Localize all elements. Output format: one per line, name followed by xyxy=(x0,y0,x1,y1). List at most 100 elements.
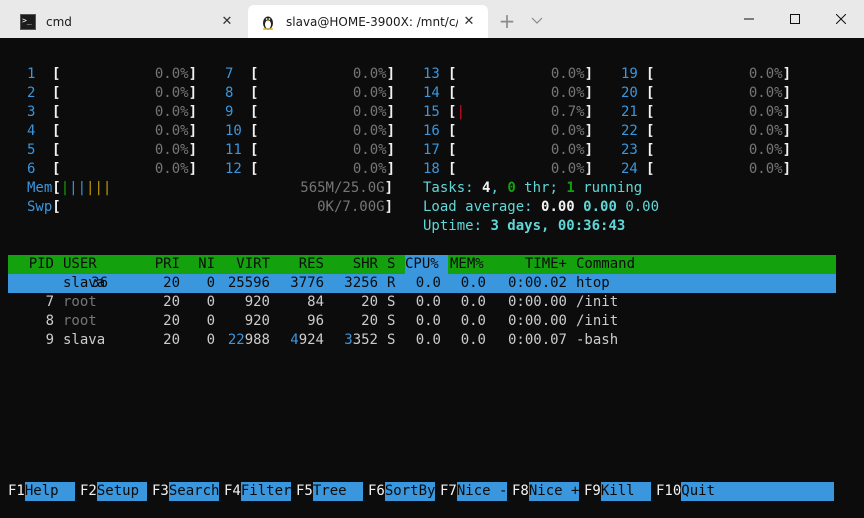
fkey-f1[interactable]: F1Help xyxy=(8,482,76,501)
uptime-line: Uptime: 3 days, 00:36:43 xyxy=(423,218,626,234)
fkey-f6[interactable]: F6SortBy xyxy=(368,482,436,501)
minimize-button[interactable] xyxy=(726,0,772,38)
column-header[interactable]: S xyxy=(387,255,395,274)
table-row[interactable]: 7 root 20 0 920 84 20 S 0.0 0.0 0:00.00 … xyxy=(8,293,836,312)
fkey-f3[interactable]: F3Search xyxy=(152,482,220,501)
chevron-down-icon xyxy=(531,17,543,24)
cpu-meter: 7[0.0%] xyxy=(225,66,395,82)
fkey-number: F10 xyxy=(656,483,682,499)
cpu-percent: 0.0% xyxy=(352,123,387,139)
fkey-f10[interactable]: F10Quit xyxy=(656,482,836,501)
cpu-meter: 12[0.0%] xyxy=(225,161,395,177)
cpu-meter: 18[0.0%] xyxy=(423,161,593,177)
load-1min: 0.00 xyxy=(541,199,575,215)
uptime-value: 3 days, 00:36:43 xyxy=(490,218,626,234)
close-tab-icon[interactable]: ✕ xyxy=(458,14,480,29)
column-header[interactable]: VIRT xyxy=(222,255,270,274)
cpu-id: 19 xyxy=(621,66,638,82)
fkey-f8[interactable]: F8Nice + xyxy=(512,482,580,501)
fkey-label: Kill xyxy=(600,482,652,501)
close-window-button[interactable] xyxy=(818,0,864,38)
fkey-f9[interactable]: F9Kill xyxy=(584,482,652,501)
cpu-id: 22 xyxy=(621,123,638,139)
cpu-id: 12 xyxy=(225,161,242,177)
cpu-id: 1 xyxy=(27,66,36,82)
cpu-percent: 0.0% xyxy=(352,142,387,158)
column-header[interactable]: TIME+ xyxy=(496,255,567,274)
tab-cmd[interactable]: cmd ✕ xyxy=(8,5,246,38)
tasks-line: Tasks: 4, 0 thr; 1 running xyxy=(423,180,643,196)
column-header[interactable]: USER xyxy=(63,255,97,274)
running-count: 1 xyxy=(566,180,575,196)
column-header[interactable]: SHR xyxy=(333,255,378,274)
fkey-f2[interactable]: F2Setup xyxy=(80,482,148,501)
fkey-number: F1 xyxy=(8,483,25,499)
column-header[interactable]: RES xyxy=(278,255,324,274)
cpu-percent: 0.0% xyxy=(550,142,585,158)
process-table-header: PID USER PRI NI VIRT RES SHR S CPU% MEM%… xyxy=(8,255,836,274)
fkey-number: F6 xyxy=(368,483,385,499)
cpu-percent: 0.0% xyxy=(550,123,585,139)
cpu-percent: 0.0% xyxy=(748,123,783,139)
table-row[interactable]: 36 slava 20 0 25596 3776 3256 R 0.0 0.0 … xyxy=(8,274,836,293)
close-tab-icon[interactable]: ✕ xyxy=(216,14,238,29)
fkey-label: SortBy xyxy=(384,482,436,501)
cpu-id: 16 xyxy=(423,123,440,139)
cpu-id: 7 xyxy=(225,66,234,82)
fkey-label: Filter xyxy=(240,482,292,501)
cpu-id: 8 xyxy=(225,85,234,101)
cpu-id: 18 xyxy=(423,161,440,177)
column-header[interactable]: PID xyxy=(8,255,54,274)
terminal-pane[interactable]: 1[0.0%] 2[0.0%] 3[0.0%] 4[0.0%] 5[0.0%] 6[0.0… xyxy=(0,38,864,518)
maximize-button[interactable] xyxy=(772,0,818,38)
cpu-meter: 9[0.0%] xyxy=(225,104,395,120)
fkey-label: Search xyxy=(168,482,220,501)
minimize-icon xyxy=(744,18,754,20)
cpu-percent: 0.0% xyxy=(352,104,387,120)
cpu-meter: 19[0.0%] xyxy=(621,66,791,82)
column-header[interactable]: NI xyxy=(189,255,215,274)
cpu-meter: 22[0.0%] xyxy=(621,123,791,139)
cpu-id: 23 xyxy=(621,142,638,158)
cpu-percent: 0.7% xyxy=(550,104,585,120)
tab-label: cmd xyxy=(46,14,72,29)
fkey-number: F2 xyxy=(80,483,97,499)
cpu-percent: 0.0% xyxy=(154,161,189,177)
cpu-id: 20 xyxy=(621,85,638,101)
fkey-number: F8 xyxy=(512,483,529,499)
cpu-percent: 0.0% xyxy=(550,66,585,82)
table-row[interactable]: 9 slava 20 0 22988 4924 3352 S 0.0 0.0 0… xyxy=(8,331,836,350)
column-header[interactable]: Command xyxy=(576,255,635,274)
cpu-percent: 0.0% xyxy=(748,85,783,101)
fkey-f4[interactable]: F4Filter xyxy=(224,482,292,501)
fkey-f5[interactable]: F5Tree xyxy=(296,482,364,501)
cpu-percent: 0.0% xyxy=(154,85,189,101)
fkey-f7[interactable]: F7Nice - xyxy=(440,482,508,501)
column-header[interactable]: MEM% xyxy=(450,255,484,274)
cpu-percent: 0.0% xyxy=(748,66,783,82)
cpu-percent: 0.0% xyxy=(550,85,585,101)
column-header-sorted[interactable]: CPU% xyxy=(405,255,448,274)
cpu-meter: 16[0.0%] xyxy=(423,123,593,139)
fkey-number: F9 xyxy=(584,483,601,499)
cpu-meter: 17[0.0%] xyxy=(423,142,593,158)
cpu-percent: 0.0% xyxy=(748,161,783,177)
mem-value: 565M/25.0G xyxy=(300,180,385,196)
new-tab-button[interactable]: + xyxy=(496,8,518,34)
cpu-percent: 0.0% xyxy=(748,104,783,120)
table-row[interactable]: 8 root 20 0 920 96 20 S 0.0 0.0 0:00.00 … xyxy=(8,312,836,331)
cpu-meter: 13[0.0%] xyxy=(423,66,593,82)
cpu-meter: 14[0.0%] xyxy=(423,85,593,101)
cpu-percent: 0.0% xyxy=(154,142,189,158)
linux-penguin-icon xyxy=(260,14,276,30)
cpu-id: 5 xyxy=(27,142,36,158)
cpu-percent: 0.0% xyxy=(154,123,189,139)
close-icon xyxy=(836,14,846,24)
cpu-meter: 24[0.0%] xyxy=(621,161,791,177)
tab-dropdown-button[interactable] xyxy=(526,8,548,34)
cpu-meter: 20[0.0%] xyxy=(621,85,791,101)
tab-wsl-bash[interactable]: slava@HOME-3900X: /mnt/c/Us ✕ xyxy=(248,5,488,38)
column-header[interactable]: PRI xyxy=(143,255,180,274)
cpu-percent: 0.0% xyxy=(154,104,189,120)
cpu-id: 17 xyxy=(423,142,440,158)
